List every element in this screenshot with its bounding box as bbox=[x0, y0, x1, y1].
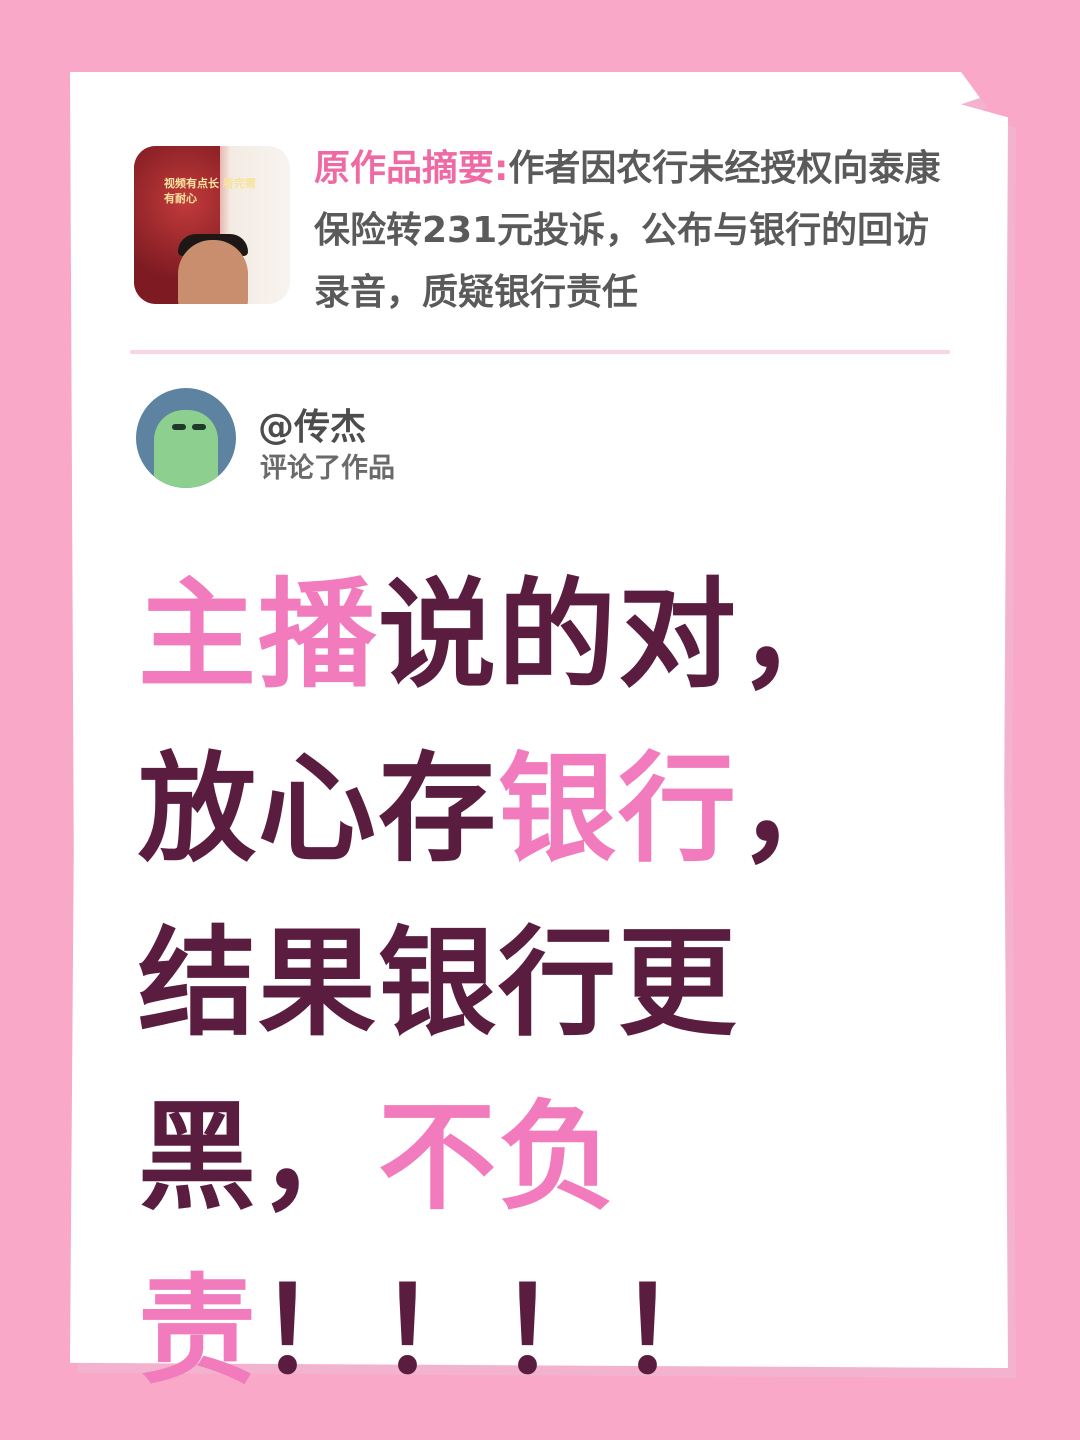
thumbnail-caption: 视频有点长 看完需有耐心 bbox=[164, 177, 256, 205]
original-work-thumbnail[interactable]: 视频有点长 看完需有耐心 bbox=[134, 146, 290, 304]
comment-segment: 主播 bbox=[138, 566, 379, 704]
comment-segment: ！！！！ bbox=[258, 1262, 739, 1400]
comment-text: 主播说的对，放心存银行，结果银行更黑，不负责！！！！ bbox=[138, 548, 958, 1418]
avatar[interactable] bbox=[136, 388, 236, 488]
comment-segment: 银行 bbox=[498, 740, 739, 878]
summary-label: 原作品摘要: bbox=[314, 148, 509, 189]
frog-avatar-icon bbox=[154, 410, 218, 488]
comment-action: 评论了作品 bbox=[260, 453, 395, 484]
frog-eye-icon bbox=[192, 424, 206, 430]
frog-eye-icon bbox=[172, 424, 186, 430]
original-summary: 原作品摘要:作者因农行未经授权向泰康保险转231元投诉，公布与银行的回访录音，质… bbox=[314, 138, 964, 324]
divider bbox=[130, 350, 950, 354]
username[interactable]: @传杰 bbox=[258, 398, 366, 450]
thumbnail-person bbox=[178, 240, 248, 304]
